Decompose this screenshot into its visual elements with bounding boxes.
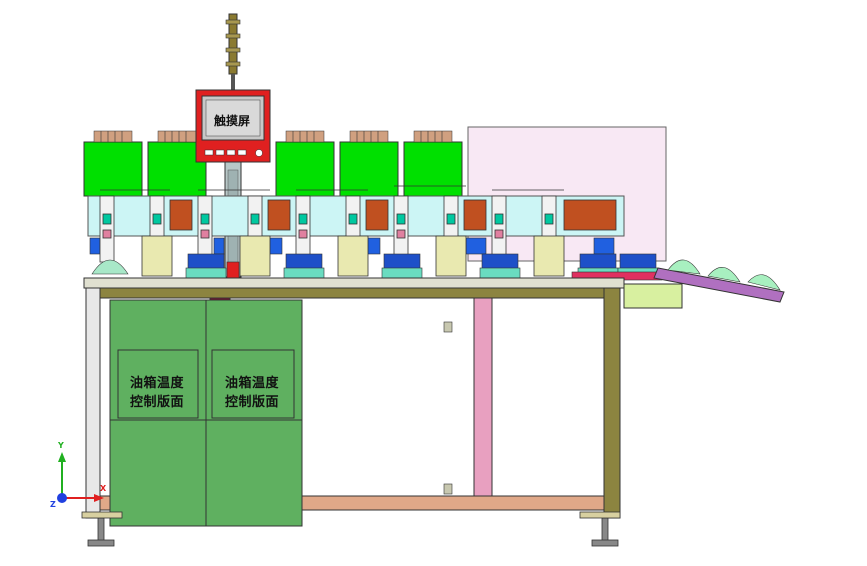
triad-z-label: Z (50, 500, 56, 509)
oil-tank-panels (109, 299, 303, 527)
oil-panel-right-line2: 控制版面 (224, 395, 279, 410)
triad-y-label: Y (58, 441, 64, 450)
machine-assembly-svg (57, 13, 785, 547)
oil-panel-right-line1: 油箱温度 (224, 376, 279, 391)
triad-x-label: X (100, 484, 107, 493)
touch-screen-label: 触摸屏 (213, 114, 250, 128)
signal-tower (225, 13, 241, 92)
fasteners (443, 321, 453, 495)
oil-panel-left-label: 油箱温度 控制版面 (113, 374, 201, 412)
top-plate (83, 277, 625, 289)
oil-panel-left-line1: 油箱温度 (129, 376, 184, 391)
machine-drawing: 触摸屏 油箱温度 控制版面 油箱温度 控制版面 Y X Z (0, 0, 867, 562)
oil-panel-right-label: 油箱温度 控制版面 (208, 374, 296, 412)
oil-panel-left-line2: 控制版面 (129, 395, 184, 410)
top-rail (99, 287, 611, 299)
